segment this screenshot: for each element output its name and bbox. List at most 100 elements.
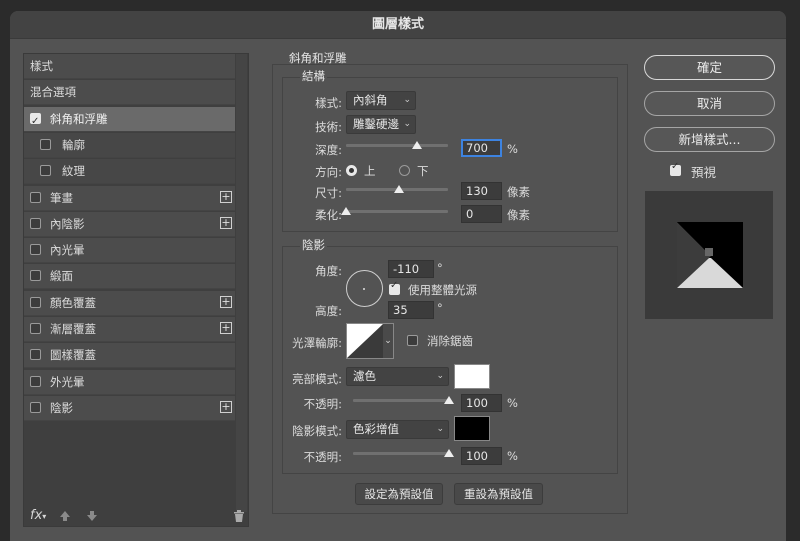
preview-label: 預視 — [691, 165, 717, 180]
add-effect-plus-icon[interactable]: + — [220, 191, 232, 203]
chevron-down-icon: ⌄ — [436, 371, 444, 381]
shading-title: 陰影 — [300, 237, 327, 253]
depth-input[interactable]: 700 — [461, 139, 502, 157]
styles-sidebar: 樣式混合選項斜角和浮雕輪廓紋理筆畫 + 內陰影 + 內光暈緞面顏色覆蓋 + 漸層覆蓋 + 圖樣覆… — [23, 53, 249, 527]
layer-style-dialog: 圖層樣式 樣式混合選項斜角和浮雕輪廓紋理筆畫+內陰影+內光暈緞面顏色覆蓋+漸層覆… — [10, 11, 786, 541]
sidebar-item[interactable]: 緞面 — [24, 264, 235, 289]
highlight-opacity-thumb[interactable] — [444, 396, 454, 404]
soften-input[interactable]: 0 — [461, 205, 502, 223]
style-dropdown[interactable]: 內斜角 ⌄ — [346, 91, 416, 110]
angle-label: 角度: — [315, 264, 342, 278]
direction-label: 方向: — [315, 165, 342, 179]
shadow-color-swatch[interactable] — [454, 416, 490, 441]
shadow-opacity-input[interactable]: 100 — [461, 447, 502, 465]
sidebar-item-label: 陰影 — [50, 401, 73, 415]
antialias-checkbox[interactable] — [407, 335, 418, 346]
angle-dial[interactable] — [346, 270, 383, 307]
size-slider-thumb[interactable] — [394, 185, 405, 193]
highlight-mode-dropdown[interactable]: 濾色 ⌄ — [346, 367, 449, 386]
sidebar-item[interactable]: 斜角和浮雕 — [24, 107, 235, 134]
angle-input[interactable]: -110 — [388, 260, 434, 278]
sidebar-item[interactable]: 外光暈 — [24, 370, 235, 395]
size-slider[interactable] — [346, 185, 448, 193]
style-value: 內斜角 — [353, 93, 388, 107]
highlight-opacity-label: 不透明: — [303, 397, 342, 411]
preview-thumbnail — [645, 191, 773, 319]
sidebar-item-checkbox[interactable] — [30, 297, 41, 308]
sidebar-item-label: 混合選項 — [30, 85, 76, 99]
soften-slider[interactable] — [341, 207, 448, 215]
sidebar-item-checkbox[interactable] — [30, 244, 41, 255]
shadow-mode-dropdown[interactable]: 色彩增值 ⌄ — [346, 420, 449, 439]
soften-slider-thumb[interactable] — [341, 207, 351, 215]
sidebar-item-checkbox[interactable] — [30, 349, 41, 360]
sidebar-item-checkbox[interactable] — [30, 270, 41, 281]
cancel-button[interactable]: 取消 — [644, 91, 775, 116]
global-light-label: 使用整體光源 — [408, 283, 477, 297]
shadow-opacity-thumb[interactable] — [444, 449, 454, 457]
highlight-opacity-slider[interactable] — [353, 396, 454, 404]
altitude-label: 高度: — [315, 304, 342, 318]
structure-title: 結構 — [300, 68, 327, 84]
sidebar-item-checkbox[interactable] — [30, 323, 41, 334]
gloss-contour-picker[interactable]: ⌄ — [346, 323, 394, 359]
sidebar-item[interactable]: 樣式 — [24, 54, 235, 79]
preview-checkbox[interactable] — [670, 161, 681, 176]
altitude-input[interactable]: 35 — [388, 301, 434, 319]
trash-icon[interactable] — [233, 510, 245, 523]
reset-default-button[interactable]: 重設為預設值 — [454, 483, 543, 505]
direction-down-radio[interactable] — [399, 165, 410, 176]
sidebar-item-label: 樣式 — [30, 59, 53, 73]
sidebar-item[interactable]: 內陰影 + — [24, 212, 235, 237]
soften-unit: 像素 — [507, 208, 530, 222]
sidebar-item-checkbox[interactable] — [30, 192, 41, 203]
fx-menu-button[interactable]: fx▾ — [30, 508, 46, 523]
sidebar-item[interactable]: 筆畫 + — [24, 186, 235, 211]
shadow-opacity-label: 不透明: — [303, 450, 342, 464]
contour-curve-icon — [347, 324, 383, 358]
direction-up-radio[interactable] — [346, 165, 357, 176]
add-effect-plus-icon[interactable]: + — [220, 401, 232, 413]
ok-button[interactable]: 確定 — [644, 55, 775, 80]
sidebar-item-checkbox[interactable] — [40, 165, 51, 176]
new-style-button[interactable]: 新增樣式... — [644, 127, 775, 152]
highlight-mode-label: 亮部模式: — [292, 372, 342, 386]
highlight-mode-value: 濾色 — [353, 369, 376, 383]
make-default-button[interactable]: 設定為預設值 — [355, 483, 443, 505]
sidebar-item-checkbox[interactable] — [30, 402, 41, 413]
arrow-up-icon[interactable] — [59, 510, 71, 522]
sidebar-item-label: 斜角和浮雕 — [50, 112, 108, 126]
shadow-opacity-slider[interactable] — [353, 449, 454, 457]
sidebar-item[interactable]: 圖樣覆蓋 — [24, 343, 235, 368]
sidebar-item-checkbox[interactable] — [30, 218, 41, 229]
highlight-opacity-input[interactable]: 100 — [461, 394, 502, 412]
sidebar-item[interactable]: 輪廓 — [24, 133, 235, 158]
add-effect-plus-icon[interactable]: + — [220, 217, 232, 229]
chevron-down-icon[interactable]: ⌄ — [383, 324, 393, 358]
arrow-down-icon[interactable] — [86, 510, 98, 522]
sidebar-item[interactable]: 紋理 — [24, 159, 235, 184]
sidebar-item-checkbox[interactable] — [30, 109, 41, 134]
technique-dropdown[interactable]: 雕鑿硬邊 ⌄ — [346, 115, 416, 134]
highlight-color-swatch[interactable] — [454, 364, 490, 389]
global-light-checkbox[interactable] — [389, 280, 400, 295]
sidebar-item[interactable]: 內光暈 — [24, 238, 235, 263]
sidebar-item-checkbox[interactable] — [30, 376, 41, 387]
size-input[interactable]: 130 — [461, 182, 502, 200]
depth-slider-thumb[interactable] — [412, 141, 423, 149]
add-effect-plus-icon[interactable]: + — [220, 296, 232, 308]
sidebar-item[interactable]: 陰影 + — [24, 396, 235, 421]
add-effect-plus-icon[interactable]: + — [220, 322, 232, 334]
sidebar-scrollbar[interactable] — [236, 54, 247, 512]
dialog-title: 圖層樣式 — [10, 11, 786, 39]
depth-unit: % — [507, 142, 518, 156]
shadow-mode-label: 陰影模式: — [292, 424, 342, 438]
sidebar-item-label: 圖樣覆蓋 — [50, 348, 96, 362]
sidebar-item-checkbox[interactable] — [40, 139, 51, 150]
sidebar-item[interactable]: 混合選項 — [24, 80, 235, 105]
depth-slider[interactable] — [346, 141, 448, 149]
sidebar-item[interactable]: 漸層覆蓋 + — [24, 317, 235, 342]
bevel-section-title: 斜角和浮雕 — [289, 51, 347, 65]
sidebar-item-label: 緞面 — [50, 269, 73, 283]
sidebar-item[interactable]: 顏色覆蓋 + — [24, 291, 235, 316]
